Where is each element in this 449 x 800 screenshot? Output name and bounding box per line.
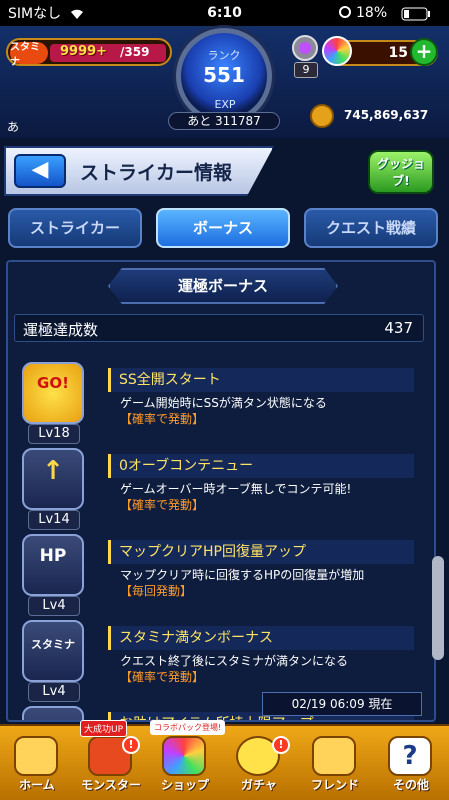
nav-label: モンスター <box>81 778 141 792</box>
bonus-panel[interactable]: 運極ボーナス 運極達成数 437 GO! Lv18 SS全開スタート ゲーム開始… <box>6 260 436 722</box>
rotation-lock-icon <box>339 6 351 18</box>
nav-monster[interactable]: 大成功UP ! モンスター <box>74 720 148 798</box>
shop-orb-icon <box>162 736 206 776</box>
orb-icon <box>322 36 352 66</box>
bonus-condition: 【確率で発動】 <box>120 498 205 512</box>
bonus-name: 0オーブコンテニュー <box>108 454 414 478</box>
nav-badge: 大成功UP <box>80 720 128 737</box>
stamina-gauge: スタミナ 9999+ /359 <box>6 38 172 68</box>
box-count: 9 <box>294 62 318 78</box>
list-item: HP Lv4 マップクリアHP回復量アップ マップクリア時に回復するHPの回復量… <box>14 532 424 616</box>
stamina-max: /359 <box>120 45 150 59</box>
chat-text: あ <box>7 120 20 134</box>
title-bar: ◀ ストライカー情報 グッジョブ! <box>0 146 449 198</box>
bonus-name: スタミナ満タンボーナス <box>108 626 414 650</box>
rank-value: 551 <box>203 63 245 87</box>
bonus-description: マップクリア時に回復するHPの回復量が増加 <box>120 568 365 582</box>
wings-icon: ↑ <box>22 448 84 510</box>
battery-icon <box>401 7 430 21</box>
battery-percent: 18% <box>356 5 388 21</box>
list-item: GO! Lv18 SS全開スタート ゲーム開始時にSSが満タン状態になる 【確率… <box>14 360 424 444</box>
bonus-level: Lv18 <box>28 424 80 444</box>
buy-orbs-button[interactable]: + <box>410 38 438 66</box>
question-icon: ? <box>388 736 432 776</box>
bonus-name: SS全開スタート <box>108 368 414 392</box>
bonus-condition: 【確率で発動】 <box>120 670 205 684</box>
nav-label: フレンド <box>310 778 359 792</box>
box-icon <box>292 35 318 61</box>
bonus-description: ゲーム開始時にSSが満タン状態になる <box>120 396 327 410</box>
count-row: 運極達成数 437 <box>14 314 424 342</box>
list-item: スタミナ Lv4 スタミナ満タンボーナス クエスト終了後にスタミナが満タンになる… <box>14 618 424 702</box>
scrollbar[interactable] <box>432 556 444 660</box>
header: スタミナ 9999+ /359 ランク 551 EXP あと 311787 9 … <box>0 26 449 138</box>
nav-label: ガチャ <box>241 778 277 792</box>
coin-icon <box>310 104 334 128</box>
panel-heading: 運極ボーナス <box>108 268 338 304</box>
nav-label: ショップ <box>160 778 209 792</box>
nav-label: ホーム <box>19 778 55 792</box>
bonus-level: Lv4 <box>28 682 80 702</box>
item-box[interactable]: 9 <box>288 34 322 78</box>
nav-shop[interactable]: コラボパック登場! ショップ <box>148 720 226 798</box>
alert-icon: ! <box>272 736 290 754</box>
bonus-level: Lv4 <box>28 596 80 616</box>
page-title: ストライカー情報 <box>80 162 233 184</box>
bonus-condition: 【確率で発動】 <box>120 412 205 426</box>
nav-other[interactable]: ? その他 <box>374 730 448 798</box>
tab-striker[interactable]: ストライカー <box>8 208 142 248</box>
alert-icon: ! <box>122 736 140 754</box>
orb-count: 15 <box>388 45 408 61</box>
count-label: 運極達成数 <box>23 321 99 339</box>
bonus-condition: 【毎回発動】 <box>120 584 193 598</box>
bonus-name: マップクリアHP回復量アップ <box>108 540 414 564</box>
home-icon <box>14 736 58 776</box>
list-item: ↑ Lv14 0オーブコンテニュー ゲームオーバー時オーブ無しでコンテ可能! 【… <box>14 446 424 530</box>
back-button[interactable]: ◀ <box>14 154 66 188</box>
bonus-level: Lv14 <box>28 510 80 530</box>
stamina-value: 9999+ <box>60 44 108 59</box>
bonus-description: ゲームオーバー時オーブ無しでコンテ可能! <box>120 482 352 496</box>
coin-count: 745,869,637 <box>344 108 429 122</box>
nav-friend[interactable]: フレンド <box>298 730 372 798</box>
friend-icon <box>312 736 356 776</box>
count-value: 437 <box>384 319 413 337</box>
stamina-label: スタミナ <box>10 42 48 68</box>
go-icon: GO! <box>22 362 84 424</box>
nav-label: その他 <box>392 778 429 792</box>
exp-label: EXP <box>214 98 236 111</box>
item-icon <box>22 706 84 720</box>
tab-bar: ストライカー ボーナス クエスト戦績 <box>0 208 449 252</box>
hp-icon: HP <box>22 534 84 596</box>
good-job-button[interactable]: グッジョブ! <box>368 150 434 194</box>
nav-badge: コラボパック登場! <box>150 720 226 735</box>
rank-label: ランク <box>207 49 241 62</box>
tab-bonus[interactable]: ボーナス <box>156 208 290 248</box>
nav-gacha[interactable]: ! ガチャ <box>222 730 296 798</box>
nav-home[interactable]: ホーム <box>0 730 74 798</box>
tab-quest-record[interactable]: クエスト戦績 <box>304 208 438 248</box>
bonus-description: クエスト終了後にスタミナが満タンになる <box>120 654 349 668</box>
exp-remaining: あと 311787 <box>168 112 280 130</box>
bottom-nav: ホーム 大成功UP ! モンスター コラボパック登場! ショップ ! ガチャ フ… <box>0 720 449 800</box>
status-bar: SIMなし 6:10 18% <box>0 0 449 26</box>
back-arrow-icon: ◀ <box>31 157 49 182</box>
timestamp: 02/19 06:09 現在 <box>262 692 422 716</box>
stamina-icon: スタミナ <box>22 620 84 682</box>
